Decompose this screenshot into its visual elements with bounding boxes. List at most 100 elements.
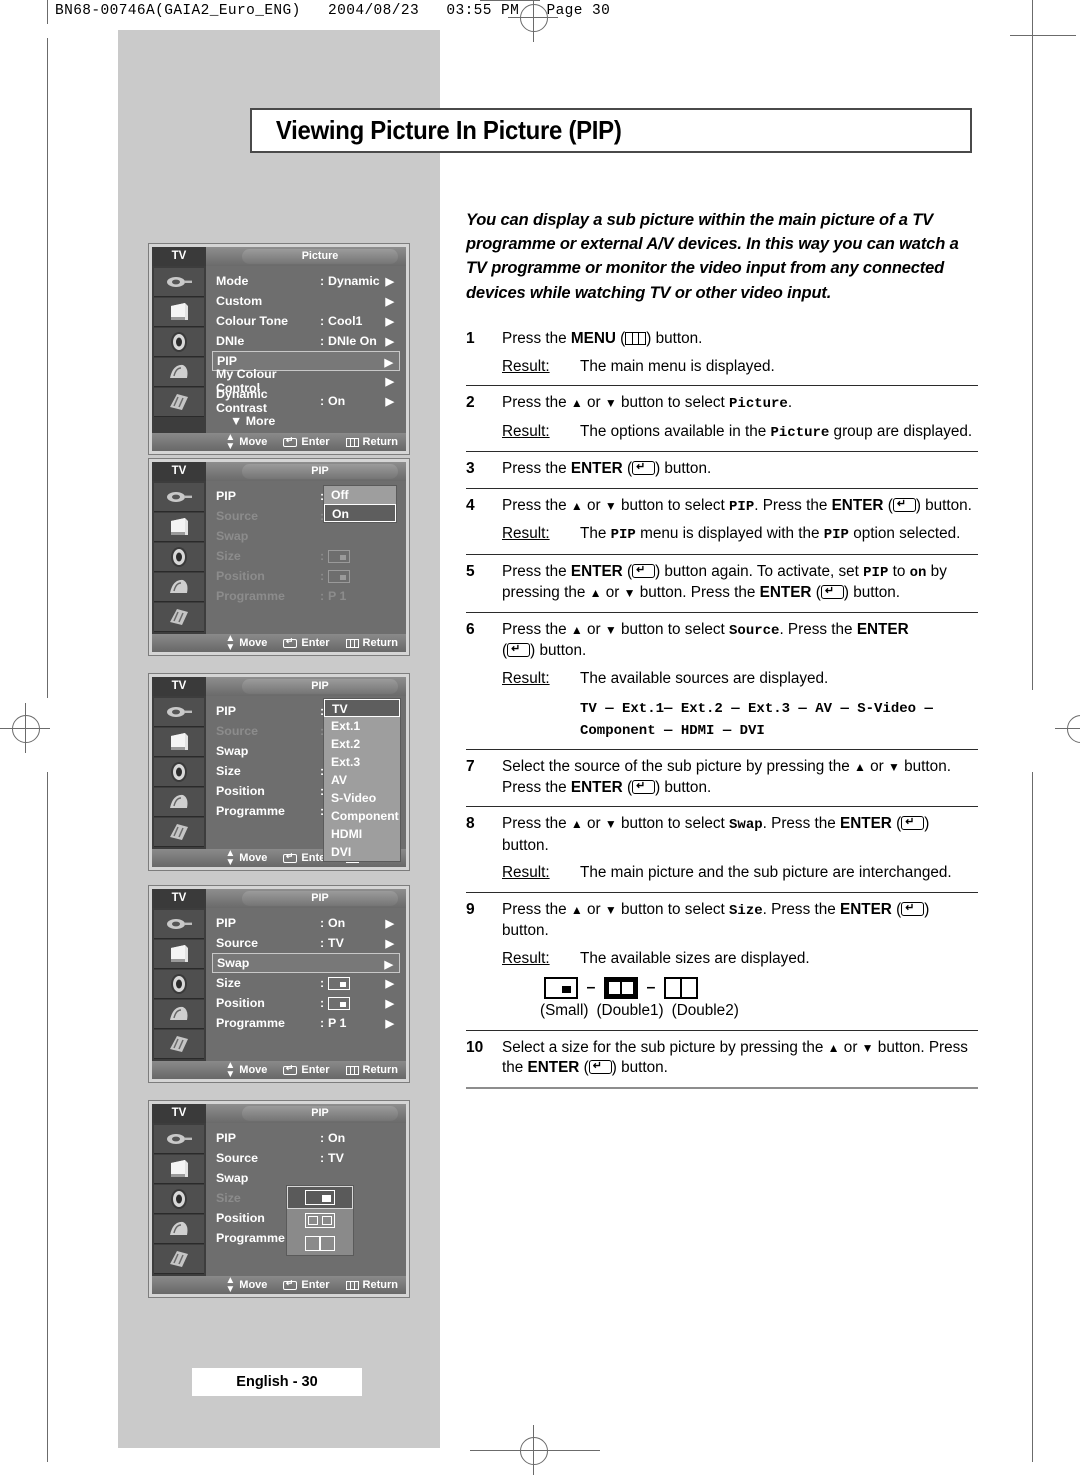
osd-row-dynamic-contrast[interactable]: Dynamic Contrast : On ▶ <box>212 387 400 415</box>
osd-footer-return[interactable]: Return <box>345 1064 398 1076</box>
osd-row-swap[interactable]: Swap <box>212 526 400 546</box>
osd-row-pip[interactable]: PIP : On ▶ <box>212 913 400 933</box>
osd-row-source[interactable]: Source : TV <box>212 1148 400 1168</box>
osd-footer-move[interactable]: ▲ ▼ Move <box>225 1061 267 1080</box>
osd-footer-return[interactable]: Return <box>345 637 398 649</box>
osd-footer-return-label: Return <box>362 637 398 649</box>
enter-keyword: ENTER <box>570 562 623 580</box>
sound-icon[interactable] <box>154 970 204 999</box>
osd-footer-move[interactable]: ▲ ▼ Move <box>225 634 267 653</box>
channel-icon[interactable] <box>154 1215 204 1244</box>
size-option-small[interactable] <box>287 1186 353 1209</box>
pip-onoff-dropdown[interactable]: Off On <box>323 485 397 523</box>
sound-icon[interactable] <box>154 328 204 357</box>
picture-icon[interactable] <box>154 1155 204 1184</box>
osd-footer-enter[interactable]: Enter <box>283 1063 330 1076</box>
arrow-up-icon <box>571 497 583 514</box>
sound-icon[interactable] <box>154 758 204 787</box>
osd-row-colour-tone[interactable]: Colour Tone : Cool1 ▶ <box>212 311 400 331</box>
dropdown-option-on[interactable]: On <box>324 504 396 522</box>
input-icon[interactable] <box>154 910 204 939</box>
source-option-ext1[interactable]: Ext.1 <box>324 717 400 735</box>
source-option-svideo[interactable]: S-Video <box>324 789 400 807</box>
osd-row-swap[interactable]: Swap ▶ <box>212 953 400 973</box>
step-text-a: Press the <box>502 496 571 514</box>
channel-icon[interactable] <box>154 573 204 602</box>
dropdown-option-off[interactable]: Off <box>324 486 396 504</box>
input-icon[interactable] <box>154 1125 204 1154</box>
osd-title-pill: PIP <box>242 464 398 479</box>
step-text-d: . <box>787 394 793 411</box>
arrow-up-icon <box>571 901 583 918</box>
setup-icon[interactable] <box>154 1245 204 1274</box>
osd-footer-enter[interactable]: Enter <box>283 636 330 649</box>
osd-header: TV Picture <box>152 247 406 266</box>
osd-footer-enter[interactable]: Enter <box>283 435 330 448</box>
size-option-double1[interactable] <box>287 1209 353 1232</box>
osd-row-colon: : <box>320 569 325 583</box>
setup-icon[interactable] <box>154 603 204 632</box>
setup-icon[interactable] <box>154 1030 204 1059</box>
osd-row-mode[interactable]: Mode : Dynamic ▶ <box>212 271 400 291</box>
osd-footer-move[interactable]: ▲ ▼ Move <box>225 433 267 452</box>
source-option-component[interactable]: Component <box>324 807 400 825</box>
enter-key-icon: ↵ <box>892 497 916 512</box>
channel-icon[interactable] <box>154 1000 204 1029</box>
osd-footer-move[interactable]: ▲ ▼ Move <box>225 1276 267 1295</box>
sound-icon[interactable] <box>154 1185 204 1214</box>
input-icon[interactable] <box>154 268 204 297</box>
picture-icon[interactable] <box>154 940 204 969</box>
source-option-tv[interactable]: TV <box>324 699 400 717</box>
size-option-double2[interactable] <box>287 1232 353 1255</box>
osd-row-size[interactable]: Size : ▶ <box>212 973 400 993</box>
enter-key-icon: ↵ <box>901 901 925 916</box>
menu-key-icon <box>625 332 647 345</box>
osd-row-dnie[interactable]: DNIe : DNIe On ▶ <box>212 331 400 351</box>
step-text-c: button to select <box>616 620 730 638</box>
osd-row-colon: : <box>320 1131 325 1145</box>
picture-icon[interactable] <box>154 513 204 542</box>
setup-icon[interactable] <box>154 388 204 417</box>
osd-footer-move[interactable]: ▲ ▼ Move <box>225 849 267 868</box>
result-label: Result: <box>502 525 550 542</box>
picture-icon[interactable] <box>154 728 204 757</box>
step-3: 3 Press the ENTER (↵) button. <box>466 452 978 488</box>
osd-row-position[interactable]: Position : ▶ <box>212 993 400 1013</box>
osd-row-programme[interactable]: Programme : P 1 <box>212 586 400 606</box>
channel-icon[interactable] <box>154 788 204 817</box>
osd-row-size[interactable]: Size : <box>212 546 400 566</box>
osd-footer-enter[interactable]: Enter <box>283 1278 330 1291</box>
pip-source-dropdown[interactable]: TV Ext.1 Ext.2 Ext.3 AV S-Video Componen… <box>323 698 401 862</box>
source-option-hdmi[interactable]: HDMI <box>324 825 400 843</box>
channel-icon[interactable] <box>154 358 204 387</box>
osd-row-label: PIP <box>216 1131 236 1145</box>
source-option-av[interactable]: AV <box>324 771 400 789</box>
source-option-ext3[interactable]: Ext.3 <box>324 753 400 771</box>
step-text-b: or <box>865 758 889 775</box>
step-1: 1 Press the MENU () button. Result: The … <box>466 322 978 385</box>
step-text: Press the or button to select Source. Pr… <box>502 620 978 742</box>
enter-key-icon: ↵ <box>901 816 925 830</box>
input-icon[interactable] <box>154 698 204 727</box>
osd-row-position[interactable]: Position : <box>212 566 400 586</box>
source-option-ext2[interactable]: Ext.2 <box>324 735 400 753</box>
osd-row-custom[interactable]: Custom ▶ <box>212 291 400 311</box>
step-text: Select the source of the sub picture by … <box>502 757 978 798</box>
setup-icon[interactable] <box>154 818 204 847</box>
osd-row-label: Source <box>216 1151 259 1165</box>
step-text-d: . Press the <box>754 496 832 514</box>
picture-icon[interactable] <box>154 298 204 327</box>
osd-row-more[interactable]: ▼ More <box>212 411 400 431</box>
pip-size-dropdown[interactable] <box>286 1185 354 1256</box>
osd-footer-return[interactable]: Return <box>345 436 398 448</box>
input-icon[interactable] <box>154 483 204 512</box>
osd-row-programme[interactable]: Programme : P 1 ▶ <box>212 1013 400 1033</box>
step-text-f: or <box>601 584 624 601</box>
sound-icon[interactable] <box>154 543 204 572</box>
osd-row-value <box>328 549 400 564</box>
step-text-e: ( <box>883 496 893 514</box>
osd-footer-return[interactable]: Return <box>345 1279 398 1291</box>
osd-row-source[interactable]: Source : TV ▶ <box>212 933 400 953</box>
source-option-dvi[interactable]: DVI <box>324 843 400 861</box>
osd-row-pip[interactable]: PIP : On <box>212 1128 400 1148</box>
